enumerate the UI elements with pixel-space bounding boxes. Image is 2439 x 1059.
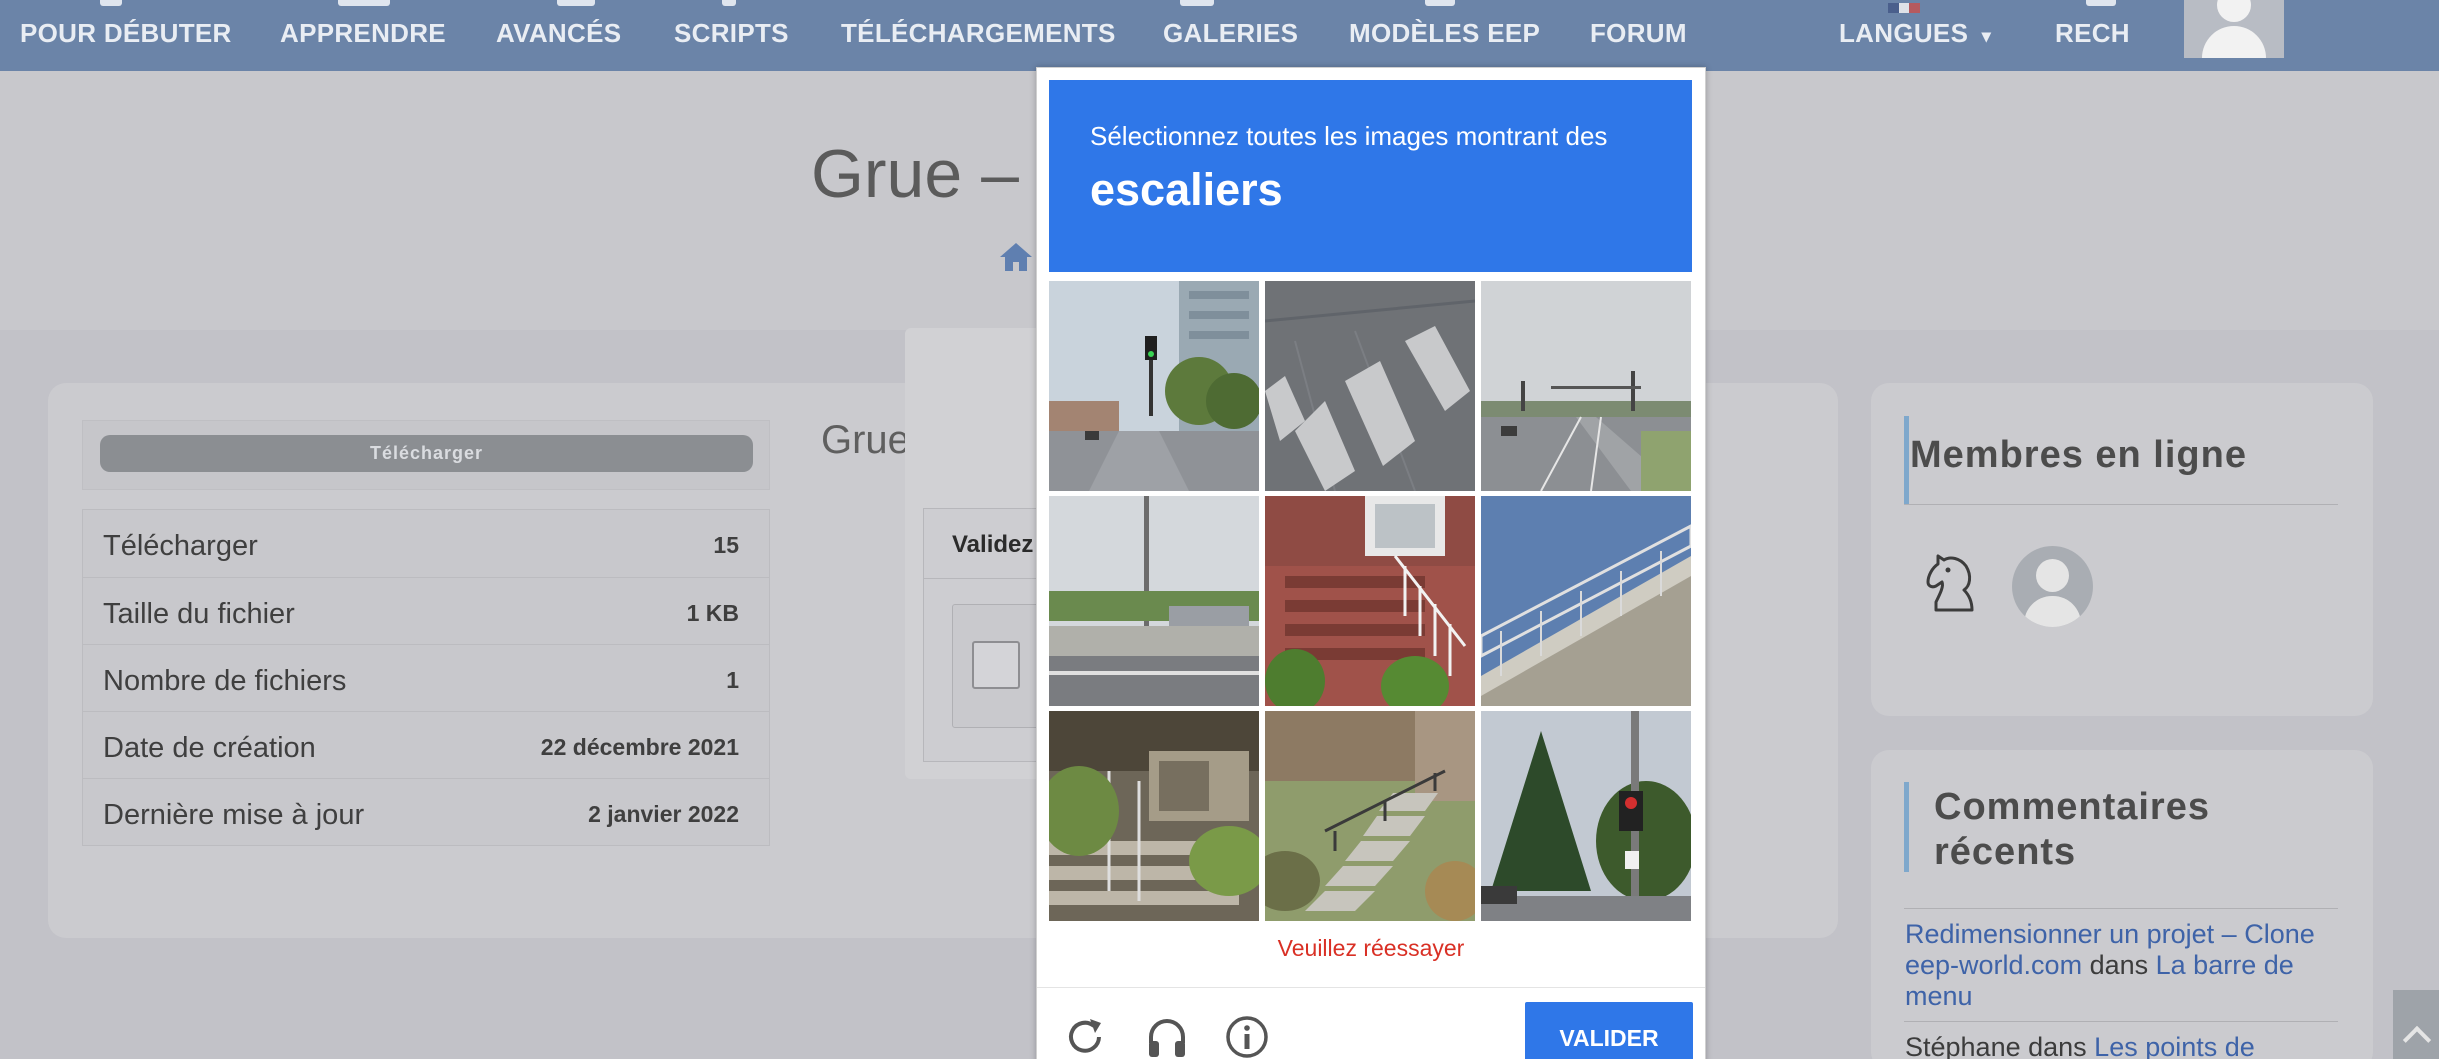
stat-value: 22 décembre 2021 bbox=[540, 734, 739, 760]
nav-icon-stub bbox=[1180, 0, 1214, 6]
nav-icon-stub bbox=[2086, 0, 2116, 6]
nav-langues-label: LANGUES bbox=[1839, 18, 1969, 48]
audio-challenge-icon[interactable] bbox=[1143, 1013, 1191, 1059]
challenge-prompt: Sélectionnez toutes les images montrant … bbox=[1090, 121, 1608, 151]
chevron-down-icon: ▾ bbox=[1981, 26, 1992, 46]
reload-icon[interactable] bbox=[1063, 1013, 1111, 1059]
footer-divider bbox=[1037, 987, 1705, 988]
error-message: Veuillez réessayer bbox=[1277, 935, 1465, 961]
table-row: Nombre de fichiers 1 bbox=[83, 644, 769, 711]
stat-label: Taille du fichier bbox=[103, 598, 295, 630]
image-tile-2[interactable] bbox=[1265, 281, 1475, 491]
nav-icon-stub bbox=[557, 0, 595, 6]
recaptcha-checkbox[interactable] bbox=[972, 641, 1020, 689]
challenge-keyword: escaliers bbox=[1090, 164, 1283, 215]
comment-item: Stéphane dans Les points de bbox=[1905, 1032, 2365, 1059]
members-title: Membres en ligne bbox=[1910, 434, 2247, 476]
nav-search[interactable]: RECH bbox=[2055, 18, 2130, 49]
anchor-header: Validez bbox=[952, 531, 1034, 558]
nav-icon-stub bbox=[722, 0, 736, 6]
table-row: Date de création 22 décembre 2021 bbox=[83, 711, 769, 778]
recaptcha-challenge: Sélectionnez toutes les images montrant … bbox=[1036, 67, 1706, 1059]
member-avatar[interactable] bbox=[2012, 546, 2093, 627]
nav-telechargements[interactable]: TÉLÉCHARGEMENTS bbox=[841, 18, 1116, 49]
stat-value: 1 bbox=[726, 667, 739, 693]
french-flag-icon[interactable] bbox=[1888, 0, 1920, 13]
members-widget bbox=[1871, 383, 2373, 716]
nav-avances[interactable]: AVANCÉS bbox=[496, 18, 621, 49]
comment-item: Redimensionner un projet – Clone eep-wor… bbox=[1905, 919, 2365, 1012]
chess-knight-icon[interactable] bbox=[1918, 552, 1984, 616]
image-tile-7[interactable] bbox=[1049, 711, 1259, 921]
stat-value: 15 bbox=[713, 532, 739, 558]
divider bbox=[1904, 908, 2338, 909]
nav-icon-stub bbox=[338, 0, 390, 6]
image-tile-3[interactable] bbox=[1481, 281, 1691, 491]
nav-forum[interactable]: FORUM bbox=[1590, 18, 1687, 49]
stat-label: Dernière mise à jour bbox=[103, 799, 365, 831]
image-tile-9[interactable] bbox=[1481, 711, 1691, 921]
nav-scripts[interactable]: SCRIPTS bbox=[674, 18, 789, 49]
stat-label: Télécharger bbox=[103, 530, 258, 562]
top-navigation: POUR DÉBUTER APPRENDRE AVANCÉS SCRIPTS T… bbox=[0, 0, 2439, 71]
comment-separator: dans bbox=[2020, 1032, 2095, 1059]
image-tile-4[interactable] bbox=[1049, 496, 1259, 706]
nav-galeries[interactable]: GALERIES bbox=[1163, 18, 1298, 49]
comment-post-link[interactable]: Les points de bbox=[2094, 1032, 2255, 1059]
stat-label: Date de création bbox=[103, 732, 316, 764]
nav-apprendre[interactable]: APPRENDRE bbox=[280, 18, 446, 49]
download-button[interactable]: Télécharger bbox=[100, 435, 753, 472]
comment-author: Stéphane bbox=[1905, 1032, 2021, 1059]
nav-icon-stub bbox=[100, 0, 122, 6]
comments-title-line: récents bbox=[1934, 831, 2077, 873]
verify-button[interactable]: VALIDER bbox=[1525, 1002, 1693, 1059]
stat-value: 2 janvier 2022 bbox=[588, 801, 739, 827]
comments-title: Commentaires récents bbox=[1934, 785, 2210, 875]
table-row: Télécharger 15 bbox=[83, 510, 769, 577]
nav-modeles-eep[interactable]: MODÈLES EEP bbox=[1349, 18, 1540, 49]
accent-bar bbox=[1904, 782, 1909, 872]
scroll-to-top-button[interactable] bbox=[2393, 990, 2439, 1059]
divider bbox=[1904, 1021, 2338, 1022]
info-icon[interactable] bbox=[1223, 1013, 1271, 1059]
content-title: Grue bbox=[821, 418, 910, 462]
image-tile-6[interactable] bbox=[1481, 496, 1691, 706]
comment-separator: dans bbox=[2082, 950, 2156, 980]
image-tile-5[interactable] bbox=[1265, 496, 1475, 706]
table-row: Dernière mise à jour 2 janvier 2022 bbox=[83, 778, 769, 845]
comments-title-line: Commentaires bbox=[1934, 786, 2210, 828]
challenge-header: Sélectionnez toutes les images montrant … bbox=[1049, 80, 1692, 272]
file-stats-table: Télécharger 15 Taille du fichier 1 KB No… bbox=[82, 509, 770, 846]
nav-pour-debuter[interactable]: POUR DÉBUTER bbox=[20, 18, 232, 49]
image-tile-8[interactable] bbox=[1265, 711, 1475, 921]
page-title: Grue – bbox=[811, 136, 1019, 212]
home-icon[interactable] bbox=[998, 241, 1034, 273]
stat-value: 1 KB bbox=[686, 600, 739, 626]
image-tile-1[interactable] bbox=[1049, 281, 1259, 491]
stat-label: Nombre de fichiers bbox=[103, 665, 347, 697]
divider bbox=[1904, 504, 2338, 505]
table-row: Taille du fichier 1 KB bbox=[83, 577, 769, 644]
nav-langues[interactable]: LANGUES ▾ bbox=[1839, 18, 1991, 49]
nav-icon-stub bbox=[1425, 0, 1455, 6]
accent-bar bbox=[1904, 416, 1909, 504]
user-avatar[interactable] bbox=[2184, 0, 2284, 58]
